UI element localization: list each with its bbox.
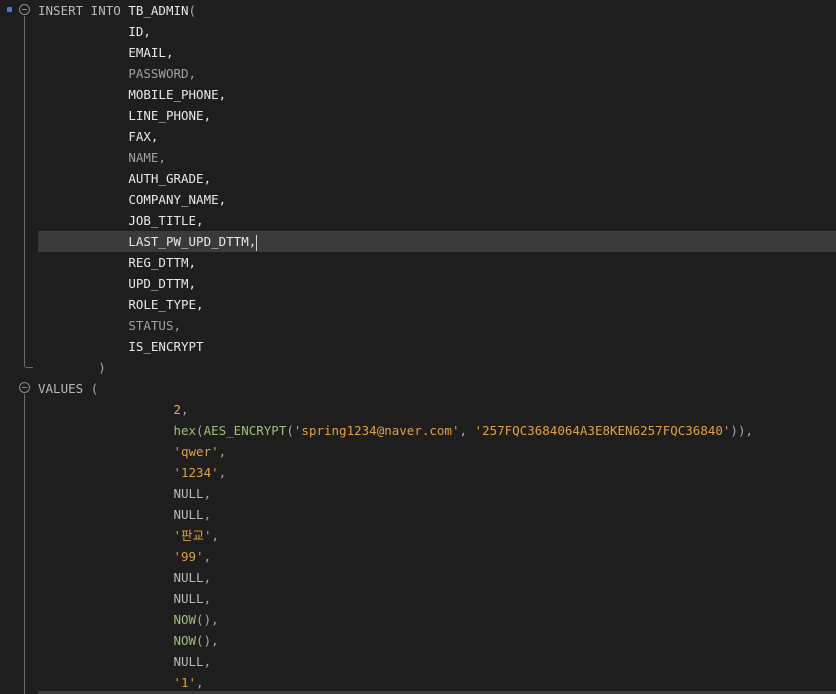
column-name: ROLE_TYPE, (128, 297, 204, 312)
string-literal: 'spring1234@naver.com' (293, 423, 460, 438)
code-line: NULL, (173, 570, 212, 585)
code-line: 'qwer', (173, 444, 227, 459)
column-name: LINE_PHONE, (128, 108, 212, 123)
code-line: STATUS, (38, 315, 836, 336)
table-name: TB_ADMIN (128, 3, 189, 18)
column-name: JOB_TITLE, (128, 213, 204, 228)
string-literal: 'qwer' (173, 444, 219, 459)
null-literal: NULL (173, 507, 204, 522)
code-line: LINE_PHONE, (38, 105, 836, 126)
null-literal: NULL (173, 591, 204, 606)
code-line: REG_DTTM, (38, 252, 836, 273)
code-line: MOBILE_PHONE, (38, 84, 836, 105)
fold-guide-line (24, 16, 25, 362)
code-line: ROLE_TYPE, (38, 294, 836, 315)
sql-editor[interactable]: INSERT INTO TB_ADMIN( ID, EMAIL, PASSWOR… (0, 0, 836, 694)
open-paren: ( (188, 3, 197, 18)
column-name: UPD_DTTM, (128, 276, 197, 291)
code-line: 2, (173, 402, 189, 417)
column-name: IS_ENCRYPT (128, 339, 204, 354)
null-literal: NULL (173, 654, 204, 669)
code-line: NOW(), (173, 633, 219, 648)
open-paren: ( (90, 381, 99, 396)
code-line: '99', (173, 549, 212, 564)
function-name: AES_ENCRYPT (203, 423, 287, 438)
sql-keyword: VALUES (38, 381, 84, 396)
code-line: NOW(), (173, 612, 219, 627)
code-line: COMPANY_NAME, (38, 189, 836, 210)
code-line: VALUES ( (38, 378, 836, 399)
column-name: NAME, (128, 150, 166, 165)
code-line: PASSWORD, (38, 63, 836, 84)
code-line: NULL, (173, 654, 212, 669)
column-name: AUTH_GRADE, (128, 171, 212, 186)
column-name: LAST_PW_UPD_DTTM, (128, 234, 257, 249)
code-line: NAME, (38, 147, 836, 168)
fold-collapse-icon[interactable] (19, 4, 30, 15)
code-line: hex(AES_ENCRYPT('spring1234@naver.com', … (173, 423, 753, 438)
code-line: ) (38, 357, 836, 378)
column-name: STATUS, (128, 318, 181, 333)
code-line: EMAIL, (38, 42, 836, 63)
function-name: hex (173, 423, 197, 438)
sql-keyword: INSERT INTO (38, 3, 121, 18)
modified-line-marker (7, 7, 12, 12)
string-literal: '판교' (173, 528, 212, 543)
function-name: NOW (173, 633, 197, 648)
string-literal: '1234' (173, 465, 219, 480)
column-name: REG_DTTM, (128, 255, 197, 270)
code-line: IS_ENCRYPT (38, 336, 836, 357)
text-cursor (256, 234, 258, 251)
column-name: PASSWORD, (128, 66, 197, 81)
string-literal: '99' (173, 549, 204, 564)
editor-gutter (0, 0, 37, 694)
function-name: NOW (173, 612, 197, 627)
column-name: ID, (128, 24, 151, 39)
code-line: '1', (173, 675, 204, 690)
code-line: NULL, (173, 507, 212, 522)
close-paren: ) (98, 360, 106, 375)
code-line: NULL, (173, 591, 212, 606)
code-line: AUTH_GRADE, (38, 168, 836, 189)
column-name: FAX, (128, 129, 159, 144)
string-literal: '1' (173, 675, 197, 690)
fold-guide-end (24, 361, 33, 368)
code-line: '판교', (173, 528, 220, 543)
code-area[interactable]: INSERT INTO TB_ADMIN( ID, EMAIL, PASSWOR… (38, 0, 836, 693)
column-name: EMAIL, (128, 45, 174, 60)
string-literal: '257FQC3684064A3E8KEN6257FQC36840' (474, 423, 731, 438)
code-line: '1234', (173, 465, 227, 480)
null-literal: NULL (173, 570, 204, 585)
null-literal: NULL (173, 486, 204, 501)
number-literal: 2 (173, 402, 181, 417)
code-line: ID, (38, 21, 836, 42)
code-line: UPD_DTTM, (38, 273, 836, 294)
column-name: MOBILE_PHONE, (128, 87, 227, 102)
fold-guide-line (24, 394, 25, 694)
fold-collapse-icon[interactable] (19, 382, 30, 393)
current-line: LAST_PW_UPD_DTTM, (38, 231, 836, 252)
code-line: INSERT INTO TB_ADMIN( (38, 0, 836, 21)
code-line: NULL, (173, 486, 212, 501)
code-line: FAX, (38, 126, 836, 147)
code-line: JOB_TITLE, (38, 210, 836, 231)
column-name: COMPANY_NAME, (128, 192, 227, 207)
